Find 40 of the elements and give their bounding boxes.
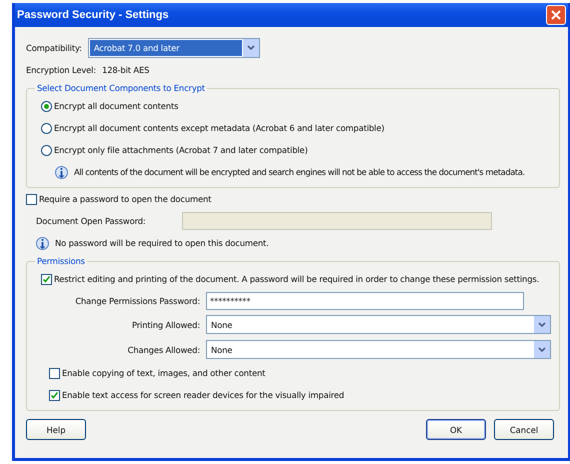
window-title: Password Security - Settings bbox=[17, 9, 169, 21]
checkbox-label: Require a password to open the document bbox=[39, 194, 212, 204]
info-text: All contents of the document will be encrypted and search engines will not be able to access the document's metadata. bbox=[74, 167, 525, 177]
chevron-down-icon bbox=[538, 346, 546, 352]
help-button[interactable]: Help bbox=[26, 419, 86, 440]
info-icon bbox=[55, 166, 68, 178]
radio-button[interactable] bbox=[41, 122, 52, 134]
info-icon bbox=[36, 236, 49, 250]
close-icon bbox=[551, 10, 561, 20]
radio-label: Encrypt only file attachments (Acrobat 7 and later compatible) bbox=[54, 145, 308, 155]
radio-label: Encrypt all document contents except metadata (Acrobat 6 and later compatible) bbox=[54, 123, 384, 133]
radio-button[interactable] bbox=[41, 144, 52, 156]
password-field[interactable]: ********** bbox=[206, 292, 524, 310]
info-text: No password will be required to open this document. bbox=[55, 238, 269, 248]
open-password-label: Document Open Password: bbox=[36, 216, 147, 226]
encryption-level-label: Encryption Level: bbox=[26, 65, 96, 75]
group-legend: Permissions bbox=[35, 256, 87, 266]
checkbox-label: Enable text access for screen reader devices for the visually impaired bbox=[62, 390, 344, 400]
select-label: Changes Allowed: bbox=[126, 344, 200, 354]
checkbox[interactable] bbox=[41, 274, 52, 284]
checkbox-label: Restrict editing and printing of the document. A password will be required in order to change these permission settings. bbox=[54, 274, 540, 284]
checkbox[interactable] bbox=[49, 368, 60, 378]
select-dropdown[interactable]: None bbox=[206, 340, 551, 359]
checkbox-label: Enable copying of text, images, and other content bbox=[62, 368, 266, 378]
encryption-level-value: 128-bit AES bbox=[102, 65, 150, 75]
compatibility-label: Compatibility: bbox=[26, 43, 82, 53]
close-button[interactable] bbox=[546, 5, 566, 25]
checkbox[interactable] bbox=[26, 194, 37, 204]
radio-label: Encrypt all document contents bbox=[54, 101, 178, 111]
dialog-button[interactable]: OK bbox=[426, 419, 486, 440]
checkbox[interactable] bbox=[49, 390, 60, 400]
select-label: Printing Allowed: bbox=[131, 320, 200, 330]
compatibility-dropdown[interactable]: Acrobat 7.0 and later bbox=[88, 38, 260, 58]
change-password-label: Change Permissions Password: bbox=[74, 296, 200, 306]
chevron-down-icon bbox=[538, 322, 546, 328]
select-dropdown[interactable]: None bbox=[206, 315, 551, 334]
group-legend: Select Document Components to Encrypt bbox=[35, 83, 207, 93]
dialog-button[interactable]: Cancel bbox=[494, 419, 554, 440]
radio-button[interactable] bbox=[41, 100, 52, 112]
chevron-down-icon bbox=[246, 45, 255, 51]
